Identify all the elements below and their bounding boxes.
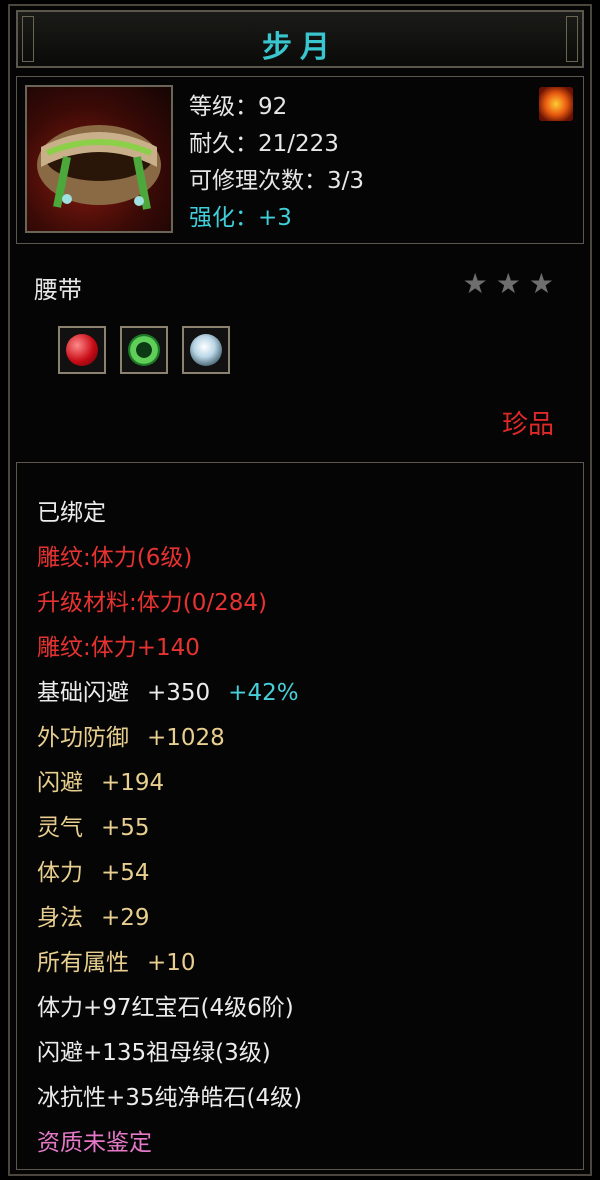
gem-slot-ruby[interactable] (58, 326, 106, 374)
attr-label: 所有属性 (37, 950, 129, 976)
gem-bonus-emerald: 闪避+135祖母绿(3级) (37, 1040, 271, 1066)
title-bar: 步月 (16, 10, 584, 68)
attr-label: 外功防御 (37, 725, 129, 751)
attr-outer-defense: 外功防御 +1028 (37, 718, 302, 763)
engrave-level: 雕纹:体力(6级) (37, 545, 193, 571)
star-icon: ★ (495, 267, 521, 300)
gem-slots (58, 326, 230, 374)
star-icon: ★ (462, 267, 488, 300)
item-name: 步月 (262, 30, 338, 65)
diamond-icon (190, 334, 222, 366)
star-rating: ★ ★ ★ (463, 270, 554, 298)
bound-status: 已绑定 (37, 500, 106, 526)
attr-dodge: 闪避 +194 (37, 763, 302, 808)
item-durability: 耐久：21/223 (189, 131, 339, 157)
attr-spirit: 灵气 +55 (37, 808, 302, 853)
item-summary: 腰带 ★ ★ ★ 珍品 (16, 252, 584, 448)
attr-label: 身法 (37, 905, 83, 931)
engrave-bonus: 雕纹:体力+140 (37, 635, 200, 661)
fire-icon (539, 87, 573, 121)
attr-label: 基础闪避 (37, 680, 129, 706)
attr-label: 体力 (37, 860, 83, 886)
attr-label: 灵气 (37, 815, 83, 841)
upgrade-material: 升级材料:体力(0/284) (37, 590, 267, 616)
gem-slot-diamond[interactable] (182, 326, 230, 374)
item-info-panel: 等级：92 耐久：21/223 可修理次数：3/3 强化：+3 (16, 76, 584, 244)
item-rarity: 珍品 (501, 410, 554, 440)
quality-status: 资质未鉴定 (37, 1130, 152, 1156)
item-repair-count: 可修理次数：3/3 (189, 168, 365, 194)
attr-value: +350 (147, 680, 211, 706)
belt-icon (25, 85, 173, 233)
item-level: 等级：92 (189, 94, 288, 120)
attr-base-dodge: 基础闪避 +350 +42% (37, 673, 302, 718)
attribute-panel: 已绑定 雕纹:体力(6级) 升级材料:体力(0/284) 雕纹:体力+140 基… (16, 462, 584, 1170)
attr-percent: +42% (228, 680, 299, 706)
attr-value: +55 (101, 815, 150, 841)
item-enhance: 强化：+3 (189, 205, 292, 231)
gem-bonus-diamond: 冰抗性+35纯净皓石(4级) (37, 1085, 303, 1111)
attr-agility: 身法 +29 (37, 898, 302, 943)
attr-stamina: 体力 +54 (37, 853, 302, 898)
attr-value: +194 (101, 770, 165, 796)
attr-label: 闪避 (37, 770, 83, 796)
attr-value: +10 (147, 950, 196, 976)
ruby-icon (66, 334, 98, 366)
gem-bonus-ruby: 体力+97红宝石(4级6阶) (37, 995, 294, 1021)
item-type: 腰带 (34, 276, 82, 304)
attr-value: +54 (101, 860, 150, 886)
attr-value: +29 (101, 905, 150, 931)
attr-value: +1028 (147, 725, 225, 751)
star-icon: ★ (528, 267, 554, 300)
emerald-icon (128, 334, 160, 366)
gem-slot-emerald[interactable] (120, 326, 168, 374)
attr-all: 所有属性 +10 (37, 943, 302, 988)
title-ornament-right (566, 16, 578, 62)
